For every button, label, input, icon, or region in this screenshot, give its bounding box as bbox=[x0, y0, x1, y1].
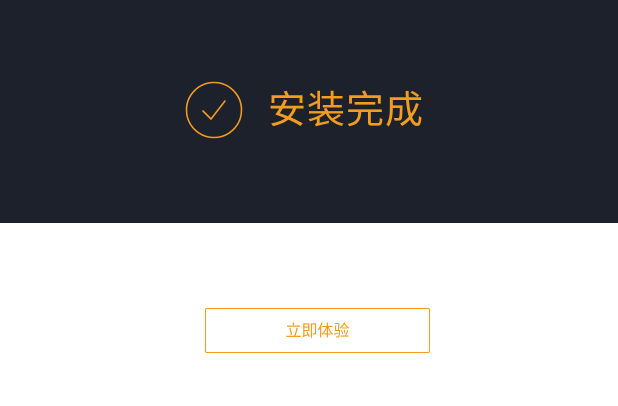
start-experience-button[interactable]: 立即体验 bbox=[205, 308, 430, 353]
check-circle-icon bbox=[185, 81, 243, 139]
installer-window: 安装完成 立即体验 bbox=[0, 0, 618, 406]
completion-header: 安装完成 bbox=[0, 0, 618, 223]
installation-complete-title: 安装完成 bbox=[268, 88, 425, 132]
completion-status: 安装完成 bbox=[185, 81, 424, 139]
